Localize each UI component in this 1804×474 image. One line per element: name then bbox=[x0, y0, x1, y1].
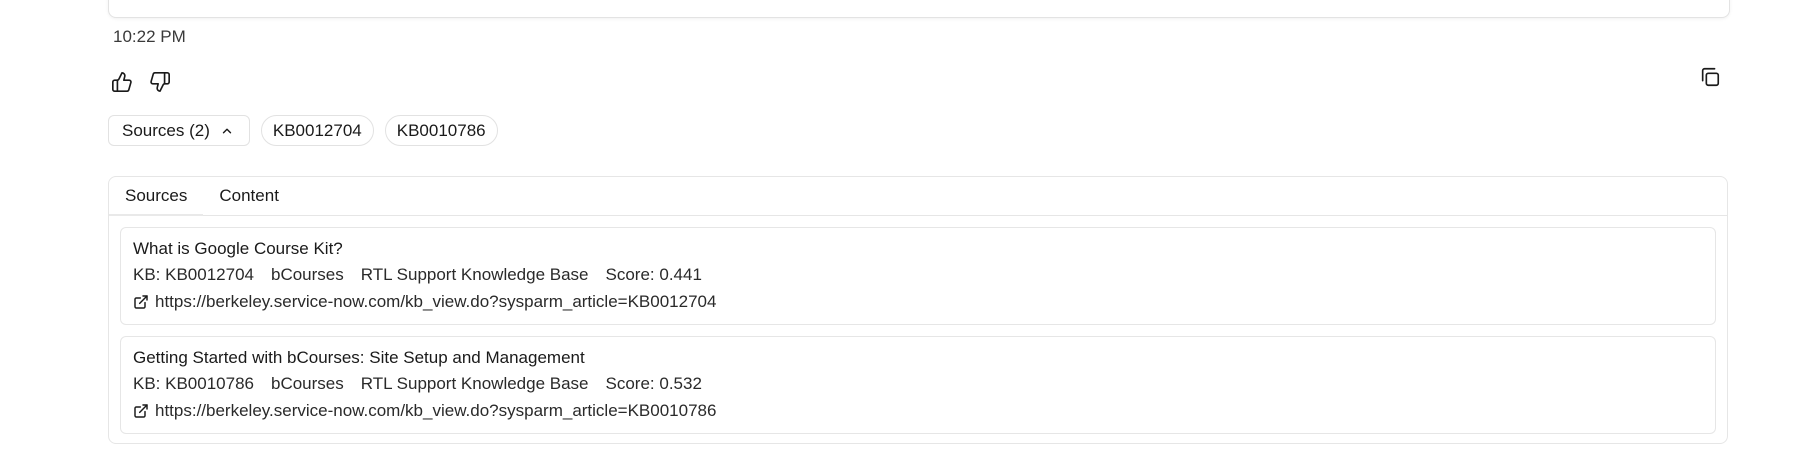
source-link-row: https://berkeley.service-now.com/kb_view… bbox=[133, 292, 1703, 312]
source-link-row: https://berkeley.service-now.com/kb_view… bbox=[133, 401, 1703, 421]
thumbs-up-icon[interactable] bbox=[110, 70, 134, 94]
copy-icon[interactable] bbox=[1698, 65, 1722, 89]
external-link-icon bbox=[134, 295, 148, 309]
source-category: bCourses bbox=[270, 374, 344, 393]
sources-toggle-button[interactable]: Sources (2) bbox=[108, 115, 250, 146]
source-score: Score: 0.532 bbox=[605, 374, 702, 393]
sources-panel-tabs: Sources Content bbox=[109, 177, 1727, 216]
sources-toggle-label: Sources (2) bbox=[122, 120, 210, 140]
source-kb: KB: KB0010786 bbox=[133, 374, 254, 393]
source-url-link[interactable]: https://berkeley.service-now.com/kb_view… bbox=[155, 292, 716, 312]
previous-message-card bbox=[108, 0, 1730, 18]
source-score: Score: 0.441 bbox=[605, 265, 702, 284]
source-knowledge-base: RTL Support Knowledge Base bbox=[360, 374, 589, 393]
source-card: What is Google Course Kit? KB: KB0012704… bbox=[120, 227, 1716, 325]
source-url-link[interactable]: https://berkeley.service-now.com/kb_view… bbox=[155, 401, 716, 421]
thumbs-down-icon[interactable] bbox=[148, 70, 172, 94]
source-chip[interactable]: KB0010786 bbox=[384, 115, 498, 146]
sources-panel: Sources Content What is Google Course Ki… bbox=[108, 176, 1728, 444]
sources-bar: Sources (2) KB0012704 KB0010786 bbox=[108, 115, 498, 146]
chevron-up-icon bbox=[222, 128, 232, 133]
source-card: Getting Started with bCourses: Site Setu… bbox=[120, 336, 1716, 434]
source-kb: KB: KB0012704 bbox=[133, 265, 254, 284]
source-title: What is Google Course Kit? bbox=[133, 239, 343, 258]
source-meta: KB: KB0010786 bCourses RTL Support Knowl… bbox=[133, 374, 1703, 394]
source-knowledge-base: RTL Support Knowledge Base bbox=[360, 265, 589, 284]
message-timestamp: 10:22 PM bbox=[113, 27, 186, 46]
source-category: bCourses bbox=[270, 265, 344, 284]
source-list: What is Google Course Kit? KB: KB0012704… bbox=[109, 216, 1727, 434]
feedback-actions bbox=[110, 70, 172, 94]
source-meta: KB: KB0012704 bCourses RTL Support Knowl… bbox=[133, 265, 1703, 285]
source-chip[interactable]: KB0012704 bbox=[260, 115, 374, 146]
external-link-icon bbox=[134, 404, 148, 418]
tab-content[interactable]: Content bbox=[203, 177, 295, 215]
tab-sources[interactable]: Sources bbox=[109, 177, 204, 216]
source-title: Getting Started with bCourses: Site Setu… bbox=[133, 348, 585, 367]
